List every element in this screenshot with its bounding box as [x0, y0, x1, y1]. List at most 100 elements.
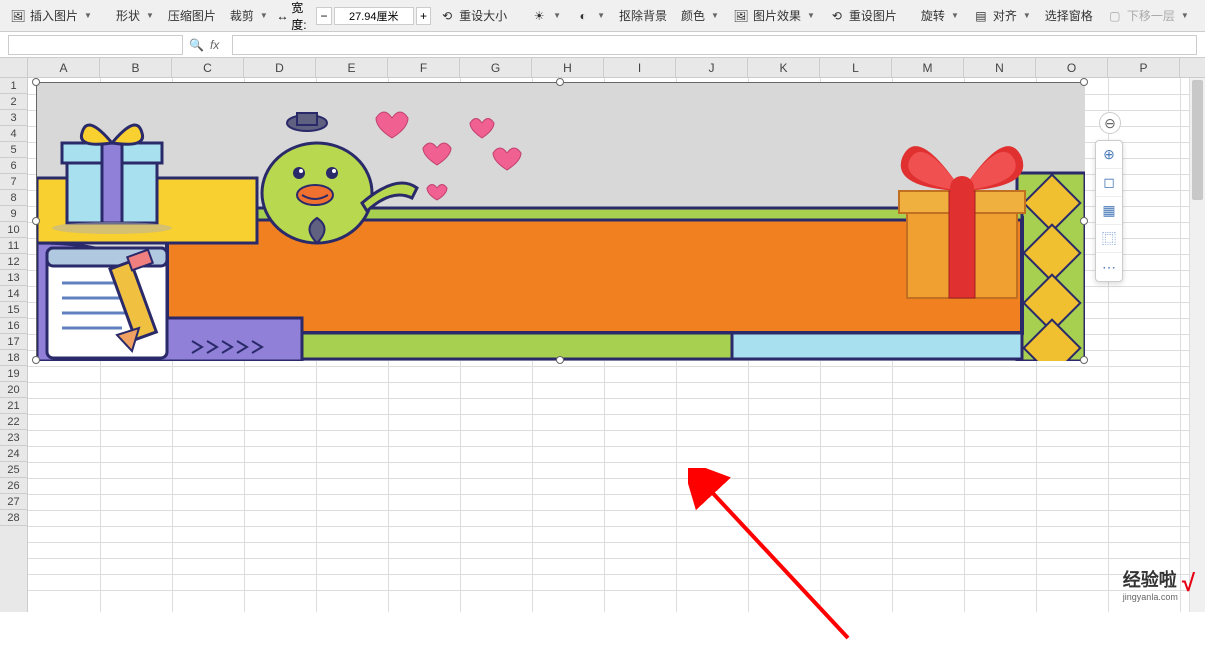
row-header[interactable]: 6 — [0, 158, 27, 174]
row-header[interactable]: 8 — [0, 190, 27, 206]
row-header[interactable]: 28 — [0, 510, 27, 526]
brightness-icon: ☀ — [531, 8, 547, 24]
formula-input[interactable] — [232, 35, 1197, 55]
copy-icon: ⿴ — [1102, 229, 1116, 249]
column-header[interactable]: D — [244, 58, 316, 77]
column-header[interactable]: H — [532, 58, 604, 77]
column-header[interactable]: P — [1108, 58, 1180, 77]
row-header[interactable]: 21 — [0, 398, 27, 414]
row-header[interactable]: 11 — [0, 238, 27, 254]
column-header[interactable]: I — [604, 58, 676, 77]
column-header[interactable]: E — [316, 58, 388, 77]
name-box[interactable] — [8, 35, 183, 55]
row-header[interactable]: 15 — [0, 302, 27, 318]
crop-float-button[interactable]: ◻ — [1096, 169, 1122, 197]
resize-handle-tm[interactable] — [556, 78, 564, 86]
watermark-main: 经验啦 — [1123, 566, 1178, 592]
search-icon[interactable]: 🔍 — [189, 38, 204, 52]
column-header[interactable]: J — [676, 58, 748, 77]
width-increase-button[interactable]: + — [416, 7, 431, 25]
column-header[interactable]: G — [460, 58, 532, 77]
width-control: ↔ 宽度: − + — [276, 0, 431, 33]
dropdown-arrow-icon: ▼ — [84, 11, 92, 20]
effects-button[interactable]: 🖼 图片效果 ▼ — [727, 5, 821, 26]
select-pane-button[interactable]: 选择窗格 — [1039, 5, 1099, 26]
row-header[interactable]: 4 — [0, 126, 27, 142]
column-header[interactable]: N — [964, 58, 1036, 77]
resize-handle-bm[interactable] — [556, 356, 564, 364]
reset-size-label: 重设大小 — [459, 7, 507, 24]
row-header[interactable]: 18 — [0, 350, 27, 366]
contrast-button[interactable]: ◐ ▼ — [569, 6, 611, 26]
row-header[interactable]: 1 — [0, 78, 27, 94]
row-header[interactable]: 19 — [0, 366, 27, 382]
align-icon: ▤ — [973, 8, 989, 24]
row-header[interactable]: 24 — [0, 446, 27, 462]
column-header[interactable]: M — [892, 58, 964, 77]
scrollbar-thumb[interactable] — [1192, 80, 1203, 200]
column-header[interactable]: O — [1036, 58, 1108, 77]
row-header[interactable]: 23 — [0, 430, 27, 446]
column-header[interactable]: K — [748, 58, 820, 77]
column-header[interactable]: C — [172, 58, 244, 77]
insert-image-button[interactable]: 🖼 插入图片 ▼ — [4, 5, 98, 26]
resize-handle-ml[interactable] — [32, 217, 40, 225]
row-header[interactable]: 17 — [0, 334, 27, 350]
watermark-sub: jingyanla.com — [1123, 592, 1178, 602]
column-header[interactable]: L — [820, 58, 892, 77]
row-header[interactable]: 9 — [0, 206, 27, 222]
layers-float-button[interactable]: ▦ — [1096, 197, 1122, 225]
rotate-button[interactable]: 旋转 ▼ — [915, 5, 965, 26]
more-float-button[interactable]: ⋯ — [1096, 253, 1122, 281]
brightness-button[interactable]: ☀ ▼ — [525, 6, 567, 26]
column-header[interactable]: B — [100, 58, 172, 77]
collapse-float-button[interactable]: ⊖ — [1099, 112, 1121, 134]
effects-label: 图片效果 — [753, 7, 801, 24]
send-back-label: 下移一层 — [1127, 7, 1175, 24]
row-header[interactable]: 3 — [0, 110, 27, 126]
shape-button[interactable]: 形状 ▼ — [110, 5, 160, 26]
crop-label: 裁剪 — [230, 7, 254, 24]
row-header[interactable]: 20 — [0, 382, 27, 398]
zoom-float-button[interactable]: ⊕ — [1096, 141, 1122, 169]
row-header[interactable]: 10 — [0, 222, 27, 238]
vertical-scrollbar[interactable] — [1189, 78, 1205, 612]
row-header[interactable]: 2 — [0, 94, 27, 110]
fx-icon[interactable]: fx — [210, 38, 226, 52]
resize-handle-mr[interactable] — [1080, 217, 1088, 225]
row-header[interactable]: 13 — [0, 270, 27, 286]
crop-button[interactable]: 裁剪 ▼ — [224, 5, 274, 26]
width-input[interactable] — [334, 7, 414, 25]
reset-size-button[interactable]: ⟲ 重设大小 — [433, 5, 513, 26]
copy-float-button[interactable]: ⿴ — [1096, 225, 1122, 253]
width-decrease-button[interactable]: − — [316, 7, 331, 25]
reset-image-button[interactable]: ⟲ 重设图片 — [823, 5, 903, 26]
column-header[interactable]: F — [388, 58, 460, 77]
align-button[interactable]: ▤ 对齐 ▼ — [967, 5, 1037, 26]
layers-icon: ▦ — [1102, 202, 1115, 219]
row-header[interactable]: 14 — [0, 286, 27, 302]
send-back-button[interactable]: ▢ 下移一层 ▼ — [1101, 5, 1195, 26]
row-header[interactable]: 7 — [0, 174, 27, 190]
row-header[interactable]: 26 — [0, 478, 27, 494]
remove-bg-button[interactable]: 抠除背景 — [613, 5, 673, 26]
dropdown-arrow-icon: ▼ — [1181, 11, 1189, 20]
column-header[interactable]: A — [28, 58, 100, 77]
row-header[interactable]: 16 — [0, 318, 27, 334]
select-all-corner[interactable] — [0, 58, 28, 78]
resize-handle-tr[interactable] — [1080, 78, 1088, 86]
resize-handle-tl[interactable] — [32, 78, 40, 86]
resize-handle-br[interactable] — [1080, 356, 1088, 364]
row-header[interactable]: 12 — [0, 254, 27, 270]
row-header[interactable]: 27 — [0, 494, 27, 510]
compress-button[interactable]: 压缩图片 — [162, 5, 222, 26]
row-header[interactable]: 25 — [0, 462, 27, 478]
reset-size-icon: ⟲ — [439, 8, 455, 24]
row-header[interactable]: 22 — [0, 414, 27, 430]
color-button[interactable]: 颜色 ▼ — [675, 5, 725, 26]
resize-handle-bl[interactable] — [32, 356, 40, 364]
cell-grid[interactable] — [28, 78, 1205, 612]
dropdown-arrow-icon: ▼ — [1023, 11, 1031, 20]
row-header[interactable]: 5 — [0, 142, 27, 158]
selected-image-object[interactable] — [36, 82, 1084, 360]
